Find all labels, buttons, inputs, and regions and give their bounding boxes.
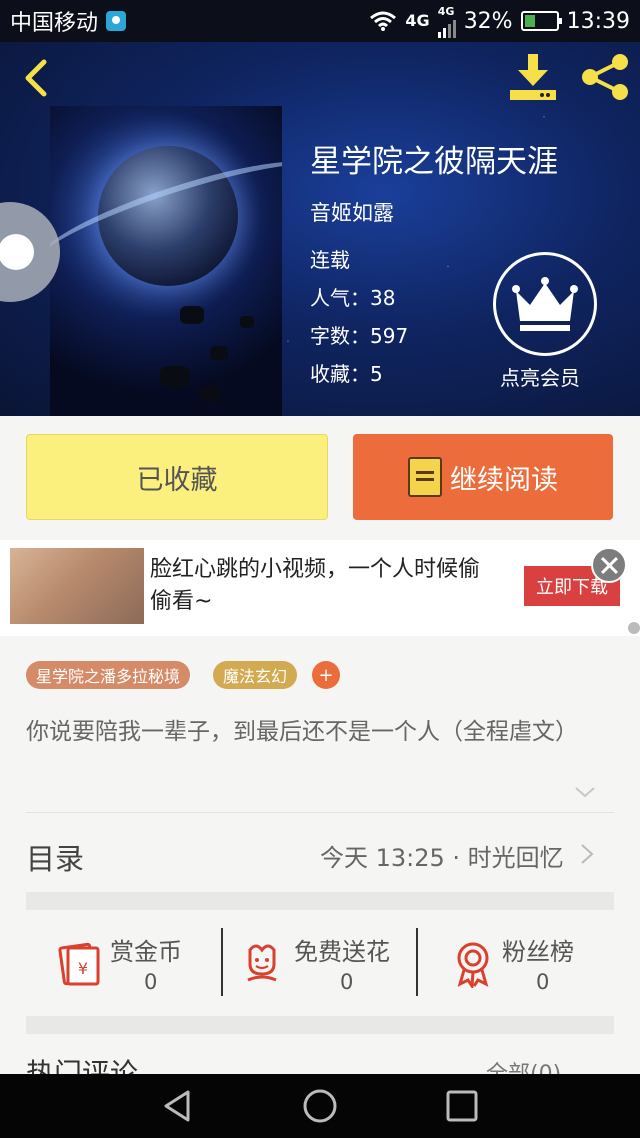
book-header: 星学院之彼隔天涯 音姬如露 连载 人气：38 字数：597 收藏：5 点亮会员 xyxy=(0,42,640,416)
ad-thumbnail[interactable] xyxy=(10,548,144,624)
book-cover xyxy=(50,106,282,416)
continue-reading-label: 继续阅读 xyxy=(450,464,558,496)
stat-label: 赏金币 xyxy=(110,938,182,966)
status-bar: 中国移动 4G 4G 32% 13:39 xyxy=(0,0,640,42)
location-icon xyxy=(106,11,127,31)
book-description: 你说要陪我一辈子，到最后还不是一个人（全程虐文） xyxy=(26,719,578,745)
crown-icon xyxy=(512,277,578,331)
book-word-count: 字数：597 xyxy=(310,324,409,348)
carrier-name: 中国移动 xyxy=(10,11,99,36)
chevron-right-icon[interactable] xyxy=(580,843,594,865)
ad-close-icon[interactable] xyxy=(591,547,627,583)
continue-reading-button[interactable]: 继续阅读 xyxy=(353,434,613,520)
battery-icon xyxy=(520,11,562,31)
tag-item[interactable]: 星学院之潘多拉秘境 xyxy=(26,661,191,689)
section-separator xyxy=(26,892,614,910)
fan-ranking-item[interactable]: 粉丝榜 0 xyxy=(452,928,592,998)
stat-label: 粉丝榜 xyxy=(502,938,574,966)
book-status: 连载 xyxy=(310,248,350,272)
reward-coins-item[interactable]: ¥ 赏金币 0 xyxy=(56,928,216,998)
toc-label[interactable]: 目录 xyxy=(26,836,84,878)
system-nav-bar xyxy=(0,1074,640,1138)
toc-latest-chapter[interactable]: 今天 13:25 · 时光回忆 xyxy=(320,838,564,873)
stat-count: 0 xyxy=(536,970,550,994)
divider xyxy=(221,928,223,996)
book-popularity: 人气：38 xyxy=(310,286,396,310)
award-ribbon-icon xyxy=(457,942,489,988)
book-icon xyxy=(408,457,442,497)
divider xyxy=(26,812,614,813)
download-icon[interactable] xyxy=(506,52,560,102)
share-icon[interactable] xyxy=(578,52,632,102)
book-favorites: 收藏：5 xyxy=(310,362,383,386)
book-title: 星学院之彼隔天涯 xyxy=(310,144,558,180)
flower-icon xyxy=(247,944,277,982)
divider xyxy=(416,928,418,996)
tag-item[interactable]: 魔法玄幻 xyxy=(213,661,298,689)
home-circle-icon[interactable] xyxy=(302,1088,338,1124)
network-type-small: 4G xyxy=(437,4,455,18)
chevron-down-icon[interactable] xyxy=(574,786,596,798)
status-right: 4G 4G 32% 13:39 xyxy=(369,5,630,38)
stat-count: 0 xyxy=(144,970,158,994)
send-flower-item[interactable]: 免费送花 0 xyxy=(242,928,412,998)
add-tag-button[interactable]: + xyxy=(312,661,340,689)
red-envelope-icon: ¥ xyxy=(58,942,100,986)
wifi-icon xyxy=(370,11,397,31)
network-type: 4G xyxy=(405,11,430,30)
signal-icon xyxy=(437,18,456,38)
stat-count: 0 xyxy=(340,970,354,994)
vip-label[interactable]: 点亮会员 xyxy=(500,362,580,391)
clock: 13:39 xyxy=(566,8,630,34)
battery-percent: 32% xyxy=(463,8,513,34)
carrier-group: 中国移动 xyxy=(10,5,127,37)
ad-text[interactable]: 脸红心跳的小视频，一个人时候偷偷看~ xyxy=(150,554,500,618)
section-separator xyxy=(26,1016,614,1034)
vip-button[interactable] xyxy=(493,252,597,356)
book-author[interactable]: 音姬如露 xyxy=(310,197,394,227)
back-triangle-icon[interactable] xyxy=(160,1088,196,1124)
svg-text:¥: ¥ xyxy=(78,959,88,978)
recents-square-icon[interactable] xyxy=(444,1088,480,1124)
back-arrow-icon[interactable] xyxy=(16,56,56,100)
stat-label: 免费送花 xyxy=(294,938,390,966)
ad-info-icon[interactable] xyxy=(628,622,640,634)
collected-button[interactable]: 已收藏 xyxy=(26,434,328,520)
signal-group: 4G xyxy=(437,4,456,38)
collected-label: 已收藏 xyxy=(136,464,218,496)
